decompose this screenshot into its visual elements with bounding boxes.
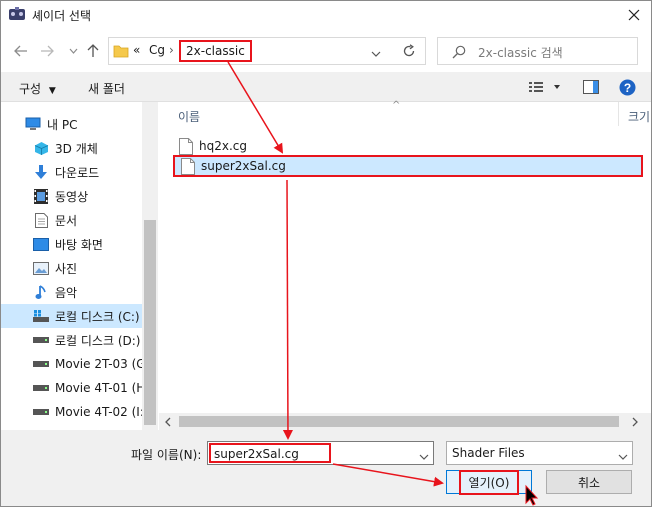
document-icon bbox=[33, 212, 49, 228]
close-button[interactable] bbox=[618, 1, 650, 29]
up-button[interactable] bbox=[84, 42, 102, 60]
up-arrow-icon bbox=[87, 44, 99, 57]
breadcrumb-overflow[interactable]: « bbox=[133, 43, 140, 57]
back-arrow-icon bbox=[14, 45, 27, 57]
organize-button[interactable]: 구성 ▼ bbox=[19, 80, 56, 97]
sort-ascending-icon: ^ bbox=[392, 100, 401, 111]
scroll-right-icon[interactable] bbox=[631, 416, 639, 430]
address-bar[interactable]: « Cg › 2x-classic bbox=[108, 37, 426, 65]
sidebar-item-movie-4t-01[interactable]: Movie 4T-01 (H bbox=[1, 376, 142, 400]
search-box[interactable]: 2x-classic 검색 bbox=[437, 37, 638, 65]
filetype-select[interactable]: Shader Files bbox=[446, 441, 633, 465]
sidebar-item-movie-2t-03[interactable]: Movie 2T-03 (G bbox=[1, 352, 142, 376]
navigation-pane: 내 PC 3D 개체 다운로드 동영상 문서 바탕 화면 사진 음악 로컬 디스… bbox=[1, 102, 142, 430]
sidebar-item-documents[interactable]: 문서 bbox=[1, 208, 142, 232]
column-divider[interactable] bbox=[618, 102, 619, 126]
filename-input[interactable]: super2xSal.cg bbox=[209, 443, 331, 463]
refresh-icon bbox=[403, 44, 414, 57]
column-header-size[interactable]: 크기 bbox=[628, 108, 650, 125]
help-button[interactable]: ? bbox=[619, 79, 636, 99]
open-button[interactable]: 열기(O) bbox=[446, 469, 532, 495]
column-header-name[interactable]: 이름 bbox=[178, 108, 200, 125]
search-input[interactable]: 2x-classic 검색 bbox=[478, 44, 563, 61]
forward-arrow-icon bbox=[41, 45, 54, 57]
folder-icon bbox=[113, 43, 129, 59]
sidebar-item-videos[interactable]: 동영상 bbox=[1, 184, 142, 208]
desktop-icon bbox=[33, 236, 49, 252]
title-bar bbox=[1, 1, 651, 31]
sidebar-item-my-pc[interactable]: 내 PC bbox=[1, 112, 142, 136]
filetype-dropdown-button[interactable] bbox=[618, 450, 628, 464]
filename-combobox[interactable]: super2xSal.cg bbox=[207, 441, 434, 465]
cube-icon bbox=[33, 140, 49, 156]
pc-icon bbox=[25, 116, 41, 132]
new-folder-button[interactable]: 새 폴더 bbox=[88, 80, 125, 97]
preview-pane-icon bbox=[583, 80, 599, 94]
scroll-left-icon[interactable] bbox=[164, 416, 172, 430]
sidebar-item-local-disk-c[interactable]: 로컬 디스크 (C:) bbox=[1, 304, 142, 328]
drive-icon bbox=[33, 404, 49, 420]
address-dropdown-button[interactable] bbox=[371, 47, 381, 61]
file-icon bbox=[179, 137, 193, 155]
open-button-label: 열기(O) bbox=[458, 469, 520, 495]
breadcrumb-cg[interactable]: Cg bbox=[149, 43, 165, 57]
sidebar-item-pictures[interactable]: 사진 bbox=[1, 256, 142, 280]
chevron-down-icon bbox=[618, 454, 628, 460]
preview-pane-button[interactable] bbox=[583, 80, 599, 97]
refresh-button[interactable] bbox=[392, 37, 426, 65]
file-row-hq2x[interactable]: hq2x.cg bbox=[173, 135, 643, 157]
drive-icon bbox=[33, 308, 49, 324]
help-icon: ? bbox=[619, 79, 636, 96]
app-icon bbox=[8, 6, 26, 22]
filetype-value: Shader Files bbox=[452, 446, 525, 460]
drive-icon bbox=[33, 332, 49, 348]
navigation-scrollbar-thumb[interactable] bbox=[144, 220, 156, 425]
file-name: hq2x.cg bbox=[199, 139, 247, 153]
cancel-button[interactable]: 취소 bbox=[546, 470, 632, 494]
recent-locations-button[interactable] bbox=[64, 42, 82, 60]
close-icon bbox=[628, 9, 640, 21]
search-icon bbox=[452, 45, 466, 62]
chevron-down-icon bbox=[419, 454, 429, 460]
chevron-down-icon bbox=[371, 51, 381, 57]
video-icon bbox=[33, 188, 49, 204]
sidebar-item-downloads[interactable]: 다운로드 bbox=[1, 160, 142, 184]
sidebar-item-desktop[interactable]: 바탕 화면 bbox=[1, 232, 142, 256]
filename-dropdown-button[interactable] bbox=[419, 450, 429, 464]
chevron-down-icon bbox=[69, 48, 77, 54]
forward-button[interactable] bbox=[38, 42, 56, 60]
download-icon bbox=[33, 164, 49, 180]
horizontal-scrollbar-thumb[interactable] bbox=[179, 416, 619, 427]
organize-label: 구성 bbox=[19, 82, 42, 96]
chevron-down-icon: ▼ bbox=[48, 86, 56, 96]
svg-text:?: ? bbox=[624, 81, 631, 95]
music-icon bbox=[33, 284, 49, 300]
file-icon bbox=[181, 157, 195, 175]
view-options-icon bbox=[529, 82, 560, 92]
sidebar-item-local-disk-d[interactable]: 로컬 디스크 (D:) bbox=[1, 328, 142, 352]
view-options-button[interactable] bbox=[529, 80, 561, 97]
filename-label: 파일 이름(N): bbox=[131, 448, 202, 462]
drive-icon bbox=[33, 380, 49, 396]
breadcrumb-separator: › bbox=[169, 43, 174, 57]
sidebar-item-music[interactable]: 음악 bbox=[1, 280, 142, 304]
drive-icon bbox=[33, 356, 49, 372]
file-row-super2xsal[interactable]: super2xSal.cg bbox=[173, 155, 643, 177]
file-name: super2xSal.cg bbox=[201, 159, 286, 173]
window-title: 셰이더 선택 bbox=[32, 9, 92, 23]
back-button[interactable] bbox=[12, 42, 30, 60]
breadcrumb-2x-classic[interactable]: 2x-classic bbox=[179, 40, 252, 62]
sidebar-item-movie-4t-02[interactable]: Movie 4T-02 (I:) bbox=[1, 400, 142, 424]
sidebar-item-3d-objects[interactable]: 3D 개체 bbox=[1, 136, 142, 160]
picture-icon bbox=[33, 260, 49, 276]
